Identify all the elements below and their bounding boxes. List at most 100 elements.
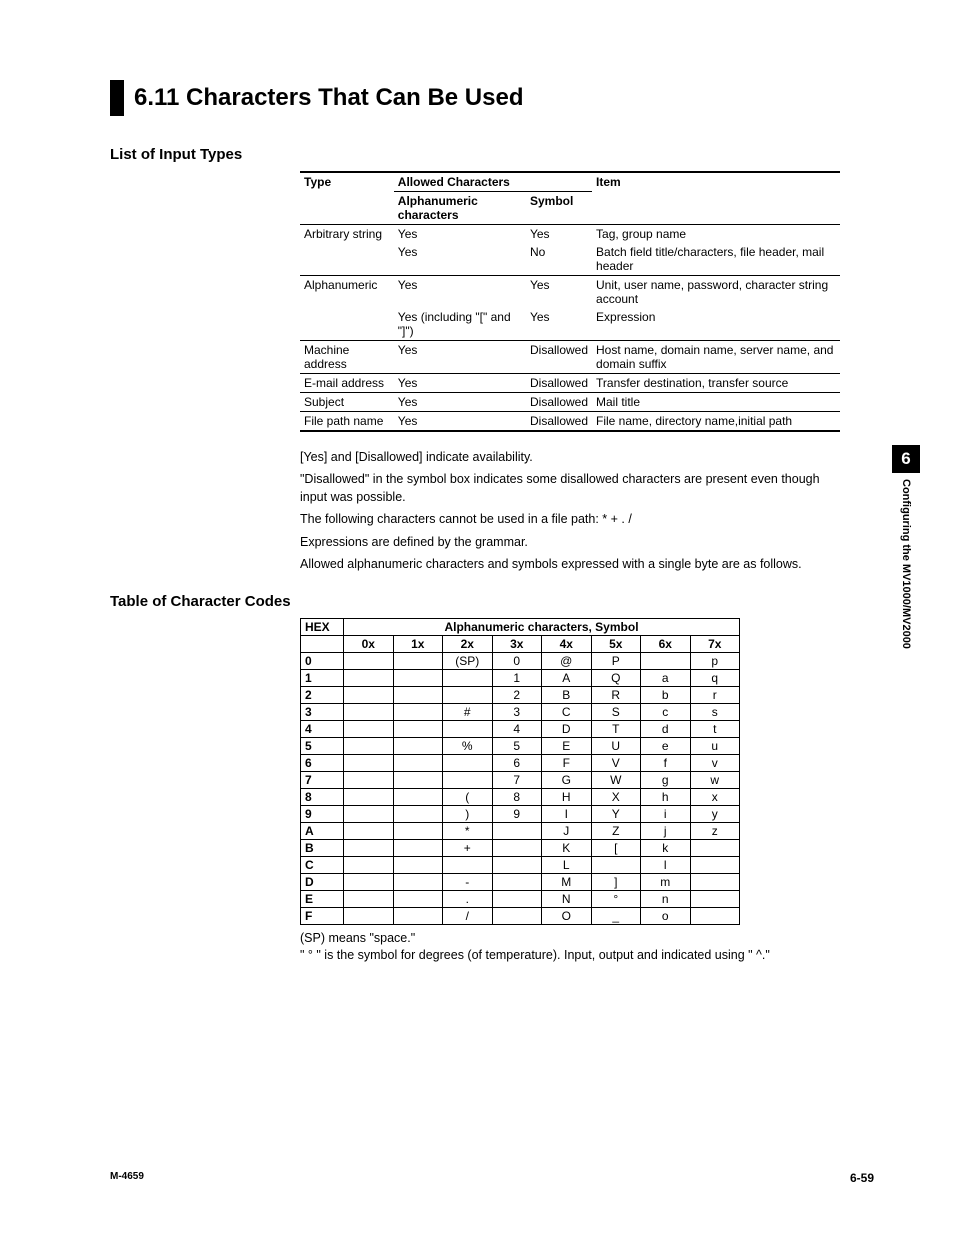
table-cell [492, 873, 542, 890]
table-row: YesNoBatch field title/characters, file … [300, 243, 840, 276]
row-key: 6 [301, 754, 344, 771]
table-cell: z [690, 822, 740, 839]
table-row: 11AQaq [301, 669, 740, 686]
row-key: B [301, 839, 344, 856]
row-key: D [301, 873, 344, 890]
table-cell [492, 907, 542, 924]
table-cell: t [690, 720, 740, 737]
table-cell: % [443, 737, 493, 754]
th-col: 5x [591, 635, 641, 652]
table-cell: Machine address [300, 341, 394, 374]
table-cell: 2 [492, 686, 542, 703]
table-cell: O [542, 907, 592, 924]
table-row: 66FVfv [301, 754, 740, 771]
row-key: 9 [301, 805, 344, 822]
table-cell [393, 856, 443, 873]
table-cell [393, 788, 443, 805]
table-cell: (SP) [443, 652, 493, 669]
footnote-line: (SP) means "space." [300, 931, 874, 945]
table-cell [393, 822, 443, 839]
row-key: F [301, 907, 344, 924]
table-row: 22BRbr [301, 686, 740, 703]
table-cell [690, 907, 740, 924]
table-cell: File path name [300, 412, 394, 432]
row-key: 8 [301, 788, 344, 805]
table-cell: ° [591, 890, 641, 907]
table-cell [393, 890, 443, 907]
note-line: Allowed alphanumeric characters and symb… [300, 555, 840, 573]
chapter-number-badge: 6 [892, 445, 920, 473]
table-cell [393, 686, 443, 703]
table-cell: Disallowed [526, 341, 592, 374]
table-cell: 7 [492, 771, 542, 788]
table-cell [443, 720, 493, 737]
table-row: 0(SP)0@Pp [301, 652, 740, 669]
table-cell [690, 890, 740, 907]
footnote-line: " ° " is the symbol for degrees (of temp… [300, 948, 874, 962]
table-cell: Yes [394, 243, 526, 276]
table-cell: Disallowed [526, 412, 592, 432]
table-cell [344, 805, 394, 822]
table-cell: I [542, 805, 592, 822]
table-cell: l [641, 856, 691, 873]
footnotes: (SP) means "space." " ° " is the symbol … [300, 931, 874, 962]
table-cell: N [542, 890, 592, 907]
table-row: File path nameYesDisallowedFile name, di… [300, 412, 840, 432]
table-cell: r [690, 686, 740, 703]
th-col: 7x [690, 635, 740, 652]
table-cell: . [443, 890, 493, 907]
table-row: 77GWgw [301, 771, 740, 788]
row-key: 2 [301, 686, 344, 703]
table-cell: x [690, 788, 740, 805]
table-cell [492, 890, 542, 907]
table-cell: 3 [492, 703, 542, 720]
table-row: Machine addressYesDisallowedHost name, d… [300, 341, 840, 374]
table-row: 9)9IYiy [301, 805, 740, 822]
table-cell: d [641, 720, 691, 737]
table-cell [344, 652, 394, 669]
th-item: Item [592, 172, 840, 225]
table-row: Yes (including "[" and "]")YesExpression [300, 308, 840, 341]
table-row: F/O_o [301, 907, 740, 924]
row-key: 5 [301, 737, 344, 754]
table-cell: j [641, 822, 691, 839]
table-cell: Yes (including "[" and "]") [394, 308, 526, 341]
table-cell: 6 [492, 754, 542, 771]
section-heading: 6.11 Characters That Can Be Used [110, 80, 874, 116]
table-cell: _ [591, 907, 641, 924]
table-cell: W [591, 771, 641, 788]
table-cell: [ [591, 839, 641, 856]
table-cell: h [641, 788, 691, 805]
table-cell: Host name, domain name, server name, and… [592, 341, 840, 374]
table-cell: X [591, 788, 641, 805]
table-cell [690, 839, 740, 856]
table-cell [300, 243, 394, 276]
table-cell [443, 771, 493, 788]
char-codes-table: HEX Alphanumeric characters, Symbol 0x1x… [300, 618, 740, 925]
table-cell: G [542, 771, 592, 788]
th-symbol: Symbol [526, 192, 592, 225]
th-col: 6x [641, 635, 691, 652]
table-cell: 0 [492, 652, 542, 669]
note-line: The following characters cannot be used … [300, 510, 840, 528]
table-cell: Batch field title/characters, file heade… [592, 243, 840, 276]
table-cell [690, 873, 740, 890]
table-cell: Subject [300, 393, 394, 412]
table-cell: Yes [394, 393, 526, 412]
table-cell [393, 669, 443, 686]
table-cell [443, 669, 493, 686]
table-cell: k [641, 839, 691, 856]
table-cell: v [690, 754, 740, 771]
table-cell: File name, directory name,initial path [592, 412, 840, 432]
table-cell: Yes [394, 341, 526, 374]
table-cell: Mail title [592, 393, 840, 412]
table-cell [492, 839, 542, 856]
table-cell: c [641, 703, 691, 720]
table-cell [344, 890, 394, 907]
table-cell: e [641, 737, 691, 754]
table-row: E.N°n [301, 890, 740, 907]
table-cell: p [690, 652, 740, 669]
table-cell: 4 [492, 720, 542, 737]
table-cell [344, 771, 394, 788]
table-row: E-mail addressYesDisallowedTransfer dest… [300, 374, 840, 393]
